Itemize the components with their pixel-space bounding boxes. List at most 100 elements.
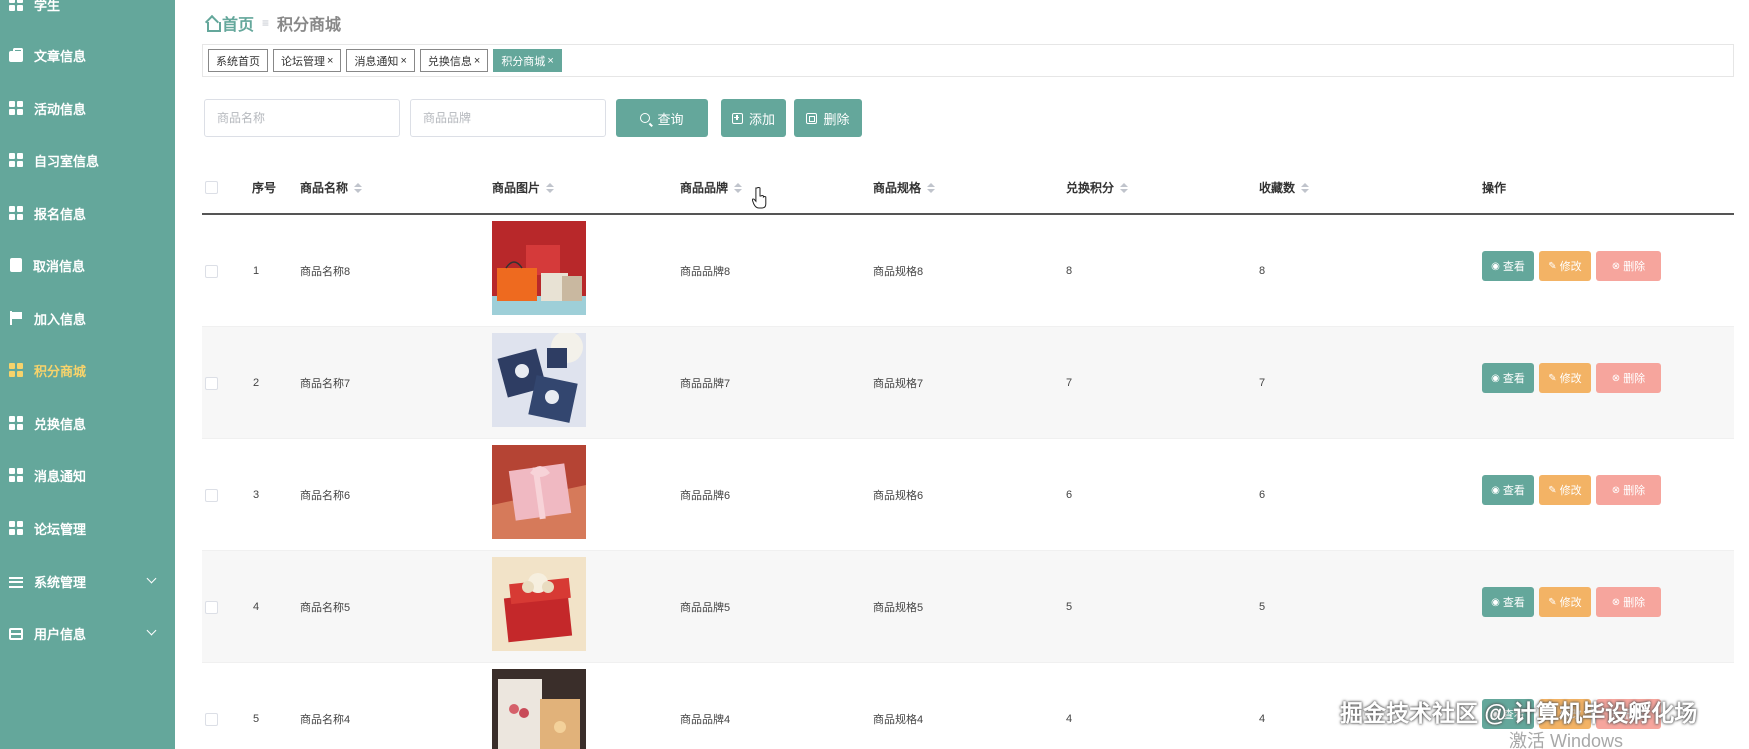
edit-button[interactable]: ✎ 修改 xyxy=(1539,587,1591,617)
sidebar-item-student[interactable]: 学生 xyxy=(0,0,175,24)
column-header-label: 商品名称 xyxy=(300,181,349,195)
cell-spec: 商品规格5 xyxy=(873,602,924,614)
column-header-brand[interactable]: 商品品牌 xyxy=(680,160,743,215)
delete-button[interactable]: ⊗ 删除 xyxy=(1596,363,1661,393)
sidebar-item-label: 用户信息 xyxy=(34,626,87,642)
tags-view-bar: 系统首页 论坛管理 × 消息通知 × 兑换信息 × 积分商城 × xyxy=(202,44,1734,77)
sidebar-item-joins[interactable]: 加入信息 xyxy=(0,298,175,338)
hand-pointer-cursor-icon xyxy=(752,187,767,209)
delete-button[interactable]: ⊗ 删除 xyxy=(1596,475,1661,505)
product-image[interactable] xyxy=(492,669,586,749)
column-header-image[interactable]: 商品图片 xyxy=(492,160,555,215)
add-button-label: 添加 xyxy=(748,111,775,127)
sidebar-item-system[interactable]: 系统管理 xyxy=(0,561,175,601)
sidebar-item-registrations[interactable]: 报名信息 xyxy=(0,193,175,233)
row-checkbox[interactable] xyxy=(205,265,218,278)
row-checkbox[interactable] xyxy=(205,713,218,726)
batch-delete-button[interactable]: 删除 xyxy=(794,99,862,137)
edit-button[interactable]: ✎ 修改 xyxy=(1539,363,1591,393)
cell-points: 6 xyxy=(1066,489,1073,501)
flag-icon xyxy=(9,311,23,325)
add-button[interactable]: 添加 xyxy=(721,99,786,137)
view-button-label: 查看 xyxy=(1502,597,1525,609)
cell-points: 4 xyxy=(1066,713,1073,725)
product-brand-search-input[interactable] xyxy=(410,99,606,137)
view-button-label: 查看 xyxy=(1502,373,1525,385)
sort-icon[interactable] xyxy=(546,182,555,193)
close-icon[interactable]: × xyxy=(474,55,480,67)
product-image[interactable] xyxy=(492,333,586,427)
sort-icon[interactable] xyxy=(1120,182,1129,193)
sidebar-item-study-rooms[interactable]: 自习室信息 xyxy=(0,140,175,180)
search-icon xyxy=(640,113,651,123)
edit-button[interactable]: ✎ 修改 xyxy=(1539,475,1591,505)
breadcrumb-home[interactable]: 首页 xyxy=(222,11,254,35)
sidebar-item-user-info[interactable]: 用户信息 xyxy=(0,613,175,653)
tag-notifications[interactable]: 消息通知 × xyxy=(346,49,415,72)
close-circle-icon: ⊗ xyxy=(1611,260,1621,272)
cell-favorites: 5 xyxy=(1259,601,1266,613)
column-header-favorites[interactable]: 收藏数 xyxy=(1259,160,1310,215)
row-checkbox[interactable] xyxy=(205,489,218,502)
close-circle-icon: ⊗ xyxy=(1611,484,1621,496)
edit-button[interactable]: ✎ 修改 xyxy=(1539,251,1591,281)
product-name-search-input[interactable] xyxy=(204,99,400,137)
select-all-checkbox[interactable] xyxy=(205,181,218,194)
tag-forum[interactable]: 论坛管理 × xyxy=(273,49,342,72)
close-icon[interactable]: × xyxy=(400,55,406,67)
delete-button-label: 删除 xyxy=(1623,373,1646,385)
cell-brand: 商品品牌5 xyxy=(680,602,731,614)
column-header-name[interactable]: 商品名称 xyxy=(300,160,363,215)
row-checkbox[interactable] xyxy=(205,377,218,390)
view-button-label: 查看 xyxy=(1502,261,1525,273)
cell-favorites: 8 xyxy=(1259,265,1266,277)
tag-home[interactable]: 系统首页 xyxy=(208,49,268,72)
tag-points-mall[interactable]: 积分商城 × xyxy=(493,49,562,72)
sort-icon[interactable] xyxy=(1301,182,1310,193)
cell-spec: 商品规格4 xyxy=(873,714,924,726)
sidebar-item-exchanges[interactable]: 兑换信息 xyxy=(0,403,175,443)
cell-spec: 商品规格6 xyxy=(873,490,924,502)
close-icon[interactable]: × xyxy=(327,55,333,67)
main-content: 首页 ≡ 积分商城 系统首页 论坛管理 × 消息通知 × 兑换信息 × 积分商城… xyxy=(175,0,1749,749)
sort-icon[interactable] xyxy=(927,182,936,193)
cell-spec: 商品规格7 xyxy=(873,378,924,390)
table-row: 2 商品名称7 商品品牌7 商品规格7 7 7 ◉ 查看 ✎ 修改 ⊗ 删除 xyxy=(202,327,1734,439)
table-row: 3 商品名称6 商品品牌6 商品规格6 6 6 ◉ 查看 ✎ 修改 ⊗ 删除 xyxy=(202,439,1734,551)
sidebar-item-forum[interactable]: 论坛管理 xyxy=(0,508,175,548)
column-header-points[interactable]: 兑换积分 xyxy=(1066,160,1129,215)
sidebar-item-points-mall[interactable]: 积分商城 xyxy=(0,350,175,390)
sidebar-item-label: 报名信息 xyxy=(34,206,87,222)
grid-icon xyxy=(9,0,23,11)
delete-button[interactable]: ⊗ 删除 xyxy=(1596,251,1661,281)
column-header-spec[interactable]: 商品规格 xyxy=(873,160,936,215)
tag-exchanges[interactable]: 兑换信息 × xyxy=(419,49,489,72)
edit-button-label: 修改 xyxy=(1559,261,1582,273)
query-button[interactable]: 查询 xyxy=(616,99,708,137)
product-image[interactable] xyxy=(492,445,586,539)
sidebar-item-cancellations[interactable]: 取消信息 xyxy=(0,245,175,285)
cell-index: 3 xyxy=(253,489,260,501)
sidebar-item-activities[interactable]: 活动信息 xyxy=(0,88,175,128)
sidebar-item-articles[interactable]: 文章信息 xyxy=(0,35,175,75)
sort-icon[interactable] xyxy=(734,182,743,193)
view-button[interactable]: ◉ 查看 xyxy=(1482,251,1534,281)
cell-favorites: 4 xyxy=(1259,713,1266,725)
product-image[interactable] xyxy=(492,557,586,651)
view-button[interactable]: ◉ 查看 xyxy=(1482,587,1534,617)
close-icon[interactable]: × xyxy=(547,55,553,67)
cell-spec: 商品规格8 xyxy=(873,266,924,278)
sidebar-item-notifications[interactable]: 消息通知 xyxy=(0,455,175,495)
product-image[interactable] xyxy=(492,221,586,315)
sidebar-item-label: 消息通知 xyxy=(34,468,87,484)
row-checkbox[interactable] xyxy=(205,601,218,614)
sidebar-item-label: 兑换信息 xyxy=(34,416,87,432)
view-button[interactable]: ◉ 查看 xyxy=(1482,363,1534,393)
cell-points: 8 xyxy=(1066,265,1073,277)
view-button[interactable]: ◉ 查看 xyxy=(1482,475,1534,505)
delete-button-label: 删除 xyxy=(1623,485,1646,497)
delete-button[interactable]: ⊗ 删除 xyxy=(1596,587,1661,617)
sort-icon[interactable] xyxy=(354,182,363,193)
tag-label: 积分商城 xyxy=(501,55,546,68)
breadcrumb: 首页 ≡ 积分商城 xyxy=(205,11,341,35)
